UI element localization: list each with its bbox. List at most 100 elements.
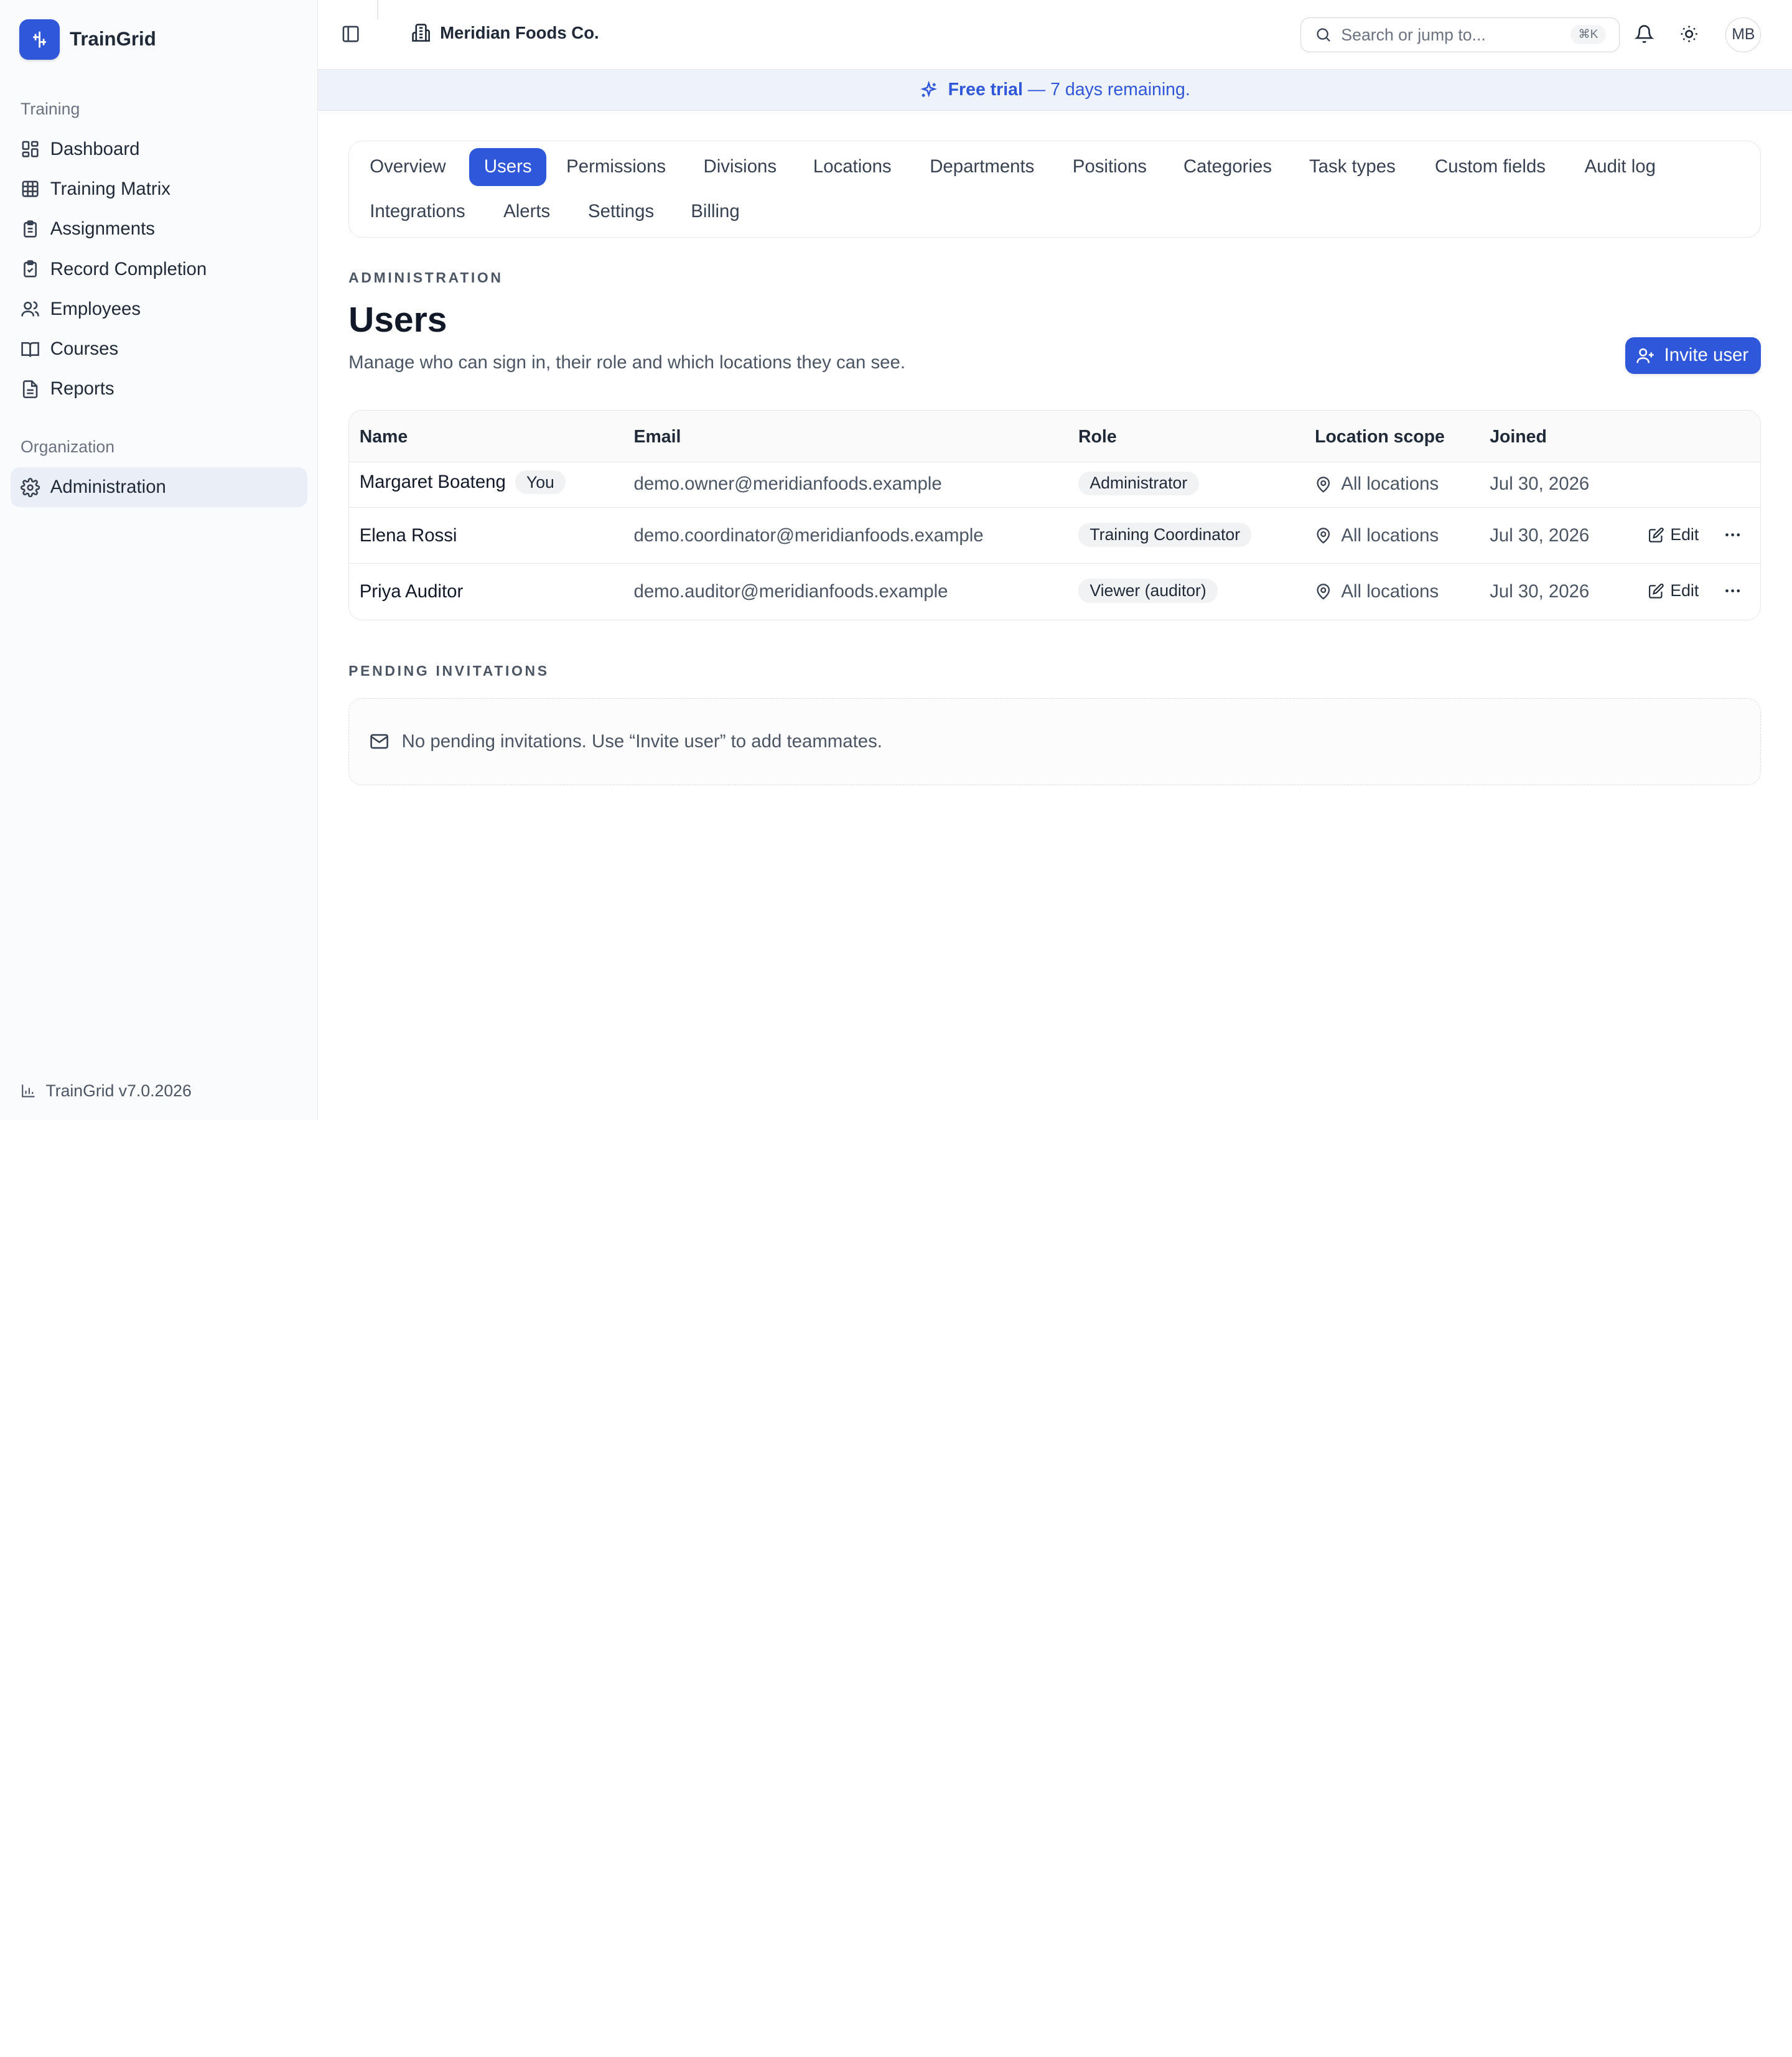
role-badge: Viewer (auditor) [1078, 579, 1218, 603]
search-input[interactable]: Search or jump to... ⌘K [1300, 17, 1620, 53]
tab-alerts[interactable]: Alerts [488, 193, 565, 231]
table-row[interactable]: Margaret Boateng You demo.owner@meridian… [349, 462, 1761, 508]
users-icon [21, 301, 39, 317]
tab-settings[interactable]: Settings [573, 193, 669, 231]
sidebar-item-label: Administration [50, 477, 166, 498]
sidebar-item-dashboard[interactable]: Dashboard [11, 129, 308, 169]
pending-invitations-empty: No pending invitations. Use “Invite user… [348, 698, 1762, 785]
version-footer: TrainGrid v7.0.2026 [21, 1081, 192, 1101]
tab-task-types[interactable]: Task types [1294, 148, 1411, 186]
column-header-joined[interactable]: Joined [1490, 427, 1547, 447]
sidebar-item-label: Employees [50, 298, 141, 319]
user-avatar[interactable]: MB [1725, 17, 1762, 53]
joined-date: Jul 30, 2026 [1490, 581, 1590, 602]
invite-user-button[interactable]: Invite user [1625, 337, 1762, 374]
location-scope: All locations [1341, 581, 1439, 602]
theme-toggle-button[interactable] [1676, 22, 1701, 47]
sidebar: TrainGrid Training Dashboard Training Ma… [0, 0, 318, 1120]
tab-departments[interactable]: Departments [915, 148, 1049, 186]
table-row[interactable]: Priya Auditor demo.auditor@meridianfoods… [349, 564, 1760, 620]
trial-banner-strong: Free trial [948, 80, 1023, 100]
sidebar-item-assignments[interactable]: Assignments [11, 209, 308, 249]
edit-user-button[interactable]: Edit [1648, 525, 1699, 544]
tab-users[interactable]: Users [469, 147, 547, 186]
page-title: Users [348, 300, 447, 340]
sidebar-item-administration[interactable]: Administration [10, 467, 308, 508]
mail-icon [370, 734, 389, 749]
sidebar-item-label: Dashboard [50, 138, 140, 159]
tab-billing[interactable]: Billing [676, 193, 754, 231]
file-icon [22, 380, 38, 398]
page-description: Manage who can sign in, their role and w… [348, 352, 906, 373]
search-icon [1317, 28, 1331, 42]
search-placeholder: Search or jump to... [1341, 25, 1486, 44]
sidebar-toggle-button[interactable] [339, 23, 362, 46]
users-table: Name Email Role Location scope Joined Ma… [348, 410, 1762, 621]
column-header-name[interactable]: Name [360, 427, 408, 447]
nav-section-organization: Organization [21, 437, 115, 457]
trial-banner-text: — 7 days remaining. [1022, 80, 1190, 100]
tab-custom-fields[interactable]: Custom fields [1420, 148, 1561, 186]
org-switcher[interactable]: Meridian Foods Co. [411, 23, 599, 43]
ellipsis-icon [1725, 589, 1740, 592]
column-header-location-scope[interactable]: Location scope [1315, 427, 1445, 447]
sidebar-item-label: Record Completion [50, 258, 207, 279]
user-email: demo.owner@meridianfoods.example [633, 473, 942, 495]
tab-categories[interactable]: Categories [1169, 148, 1287, 186]
version-label: TrainGrid v7.0.2026 [45, 1081, 192, 1100]
role-badge: Training Coordinator [1078, 523, 1252, 547]
brand-name: TrainGrid [70, 28, 156, 50]
row-actions: Edit [1648, 581, 1699, 600]
trial-banner: Free trial — 7 days remaining. [317, 70, 1792, 111]
more-actions-button[interactable] [1723, 525, 1742, 544]
sidebar-item-courses[interactable]: Courses [11, 329, 308, 369]
user-role-cell: Viewer (auditor) [1078, 579, 1218, 603]
tab-audit-log[interactable]: Audit log [1570, 148, 1671, 186]
topbar: Meridian Foods Co. Search or jump to... … [317, 0, 1792, 70]
clipboard-check-icon [24, 260, 37, 278]
user-name-cell: Elena Rossi [360, 525, 457, 546]
edit-user-button[interactable]: Edit [1648, 581, 1699, 600]
tab-divisions[interactable]: Divisions [689, 148, 791, 186]
sidebar-item-reports[interactable]: Reports [11, 369, 308, 409]
user-plus-icon [1636, 348, 1654, 363]
location-scope-cell: All locations [1315, 473, 1439, 495]
sidebar-item-training-matrix[interactable]: Training Matrix [11, 169, 308, 209]
tab-overview[interactable]: Overview [355, 148, 460, 186]
sidebar-item-record-completion[interactable]: Record Completion [11, 249, 308, 289]
admin-content: Overview Users Permissions Divisions Loc… [348, 140, 1762, 785]
location-scope-cell: All locations [1315, 525, 1439, 546]
search-shortcut-badge: ⌘K [1570, 24, 1607, 44]
table-row[interactable]: Elena Rossi demo.coordinator@meridianfoo… [349, 508, 1761, 564]
pencil-square-icon [1649, 527, 1664, 543]
map-pin-icon [1317, 584, 1330, 600]
sidebar-item-label: Training Matrix [50, 178, 170, 199]
org-name: Meridian Foods Co. [440, 22, 599, 42]
sidebar-item-label: Courses [50, 338, 119, 360]
grid-icon [22, 180, 39, 197]
user-name: Margaret Boateng [359, 472, 506, 493]
tab-positions[interactable]: Positions [1058, 148, 1162, 186]
sidebar-item-label: Assignments [50, 218, 155, 240]
role-badge: Administrator [1078, 471, 1199, 496]
user-role-cell: Training Coordinator [1078, 523, 1252, 547]
tab-locations[interactable]: Locations [798, 148, 907, 186]
more-actions-button[interactable] [1723, 581, 1742, 600]
column-header-email[interactable]: Email [634, 427, 681, 447]
page-eyebrow: ADMINISTRATION [348, 269, 503, 286]
tab-permissions[interactable]: Permissions [551, 148, 681, 186]
app-root: TrainGrid Training Dashboard Training Ma… [0, 0, 1792, 1120]
you-badge: You [515, 470, 566, 495]
topbar-divider [377, 0, 378, 20]
user-email: demo.coordinator@meridianfoods.example [633, 525, 984, 546]
joined-date: Jul 30, 2026 [1490, 473, 1590, 495]
brand[interactable]: TrainGrid [19, 19, 156, 60]
tab-integrations[interactable]: Integrations [355, 193, 480, 231]
ellipsis-icon [1725, 533, 1740, 536]
notifications-button[interactable] [1632, 22, 1657, 47]
clipboard-icon [24, 220, 37, 238]
user-name-cell: Priya Auditor [360, 581, 464, 602]
column-header-role[interactable]: Role [1078, 427, 1117, 447]
book-icon [21, 342, 39, 357]
sidebar-item-employees[interactable]: Employees [11, 289, 308, 329]
